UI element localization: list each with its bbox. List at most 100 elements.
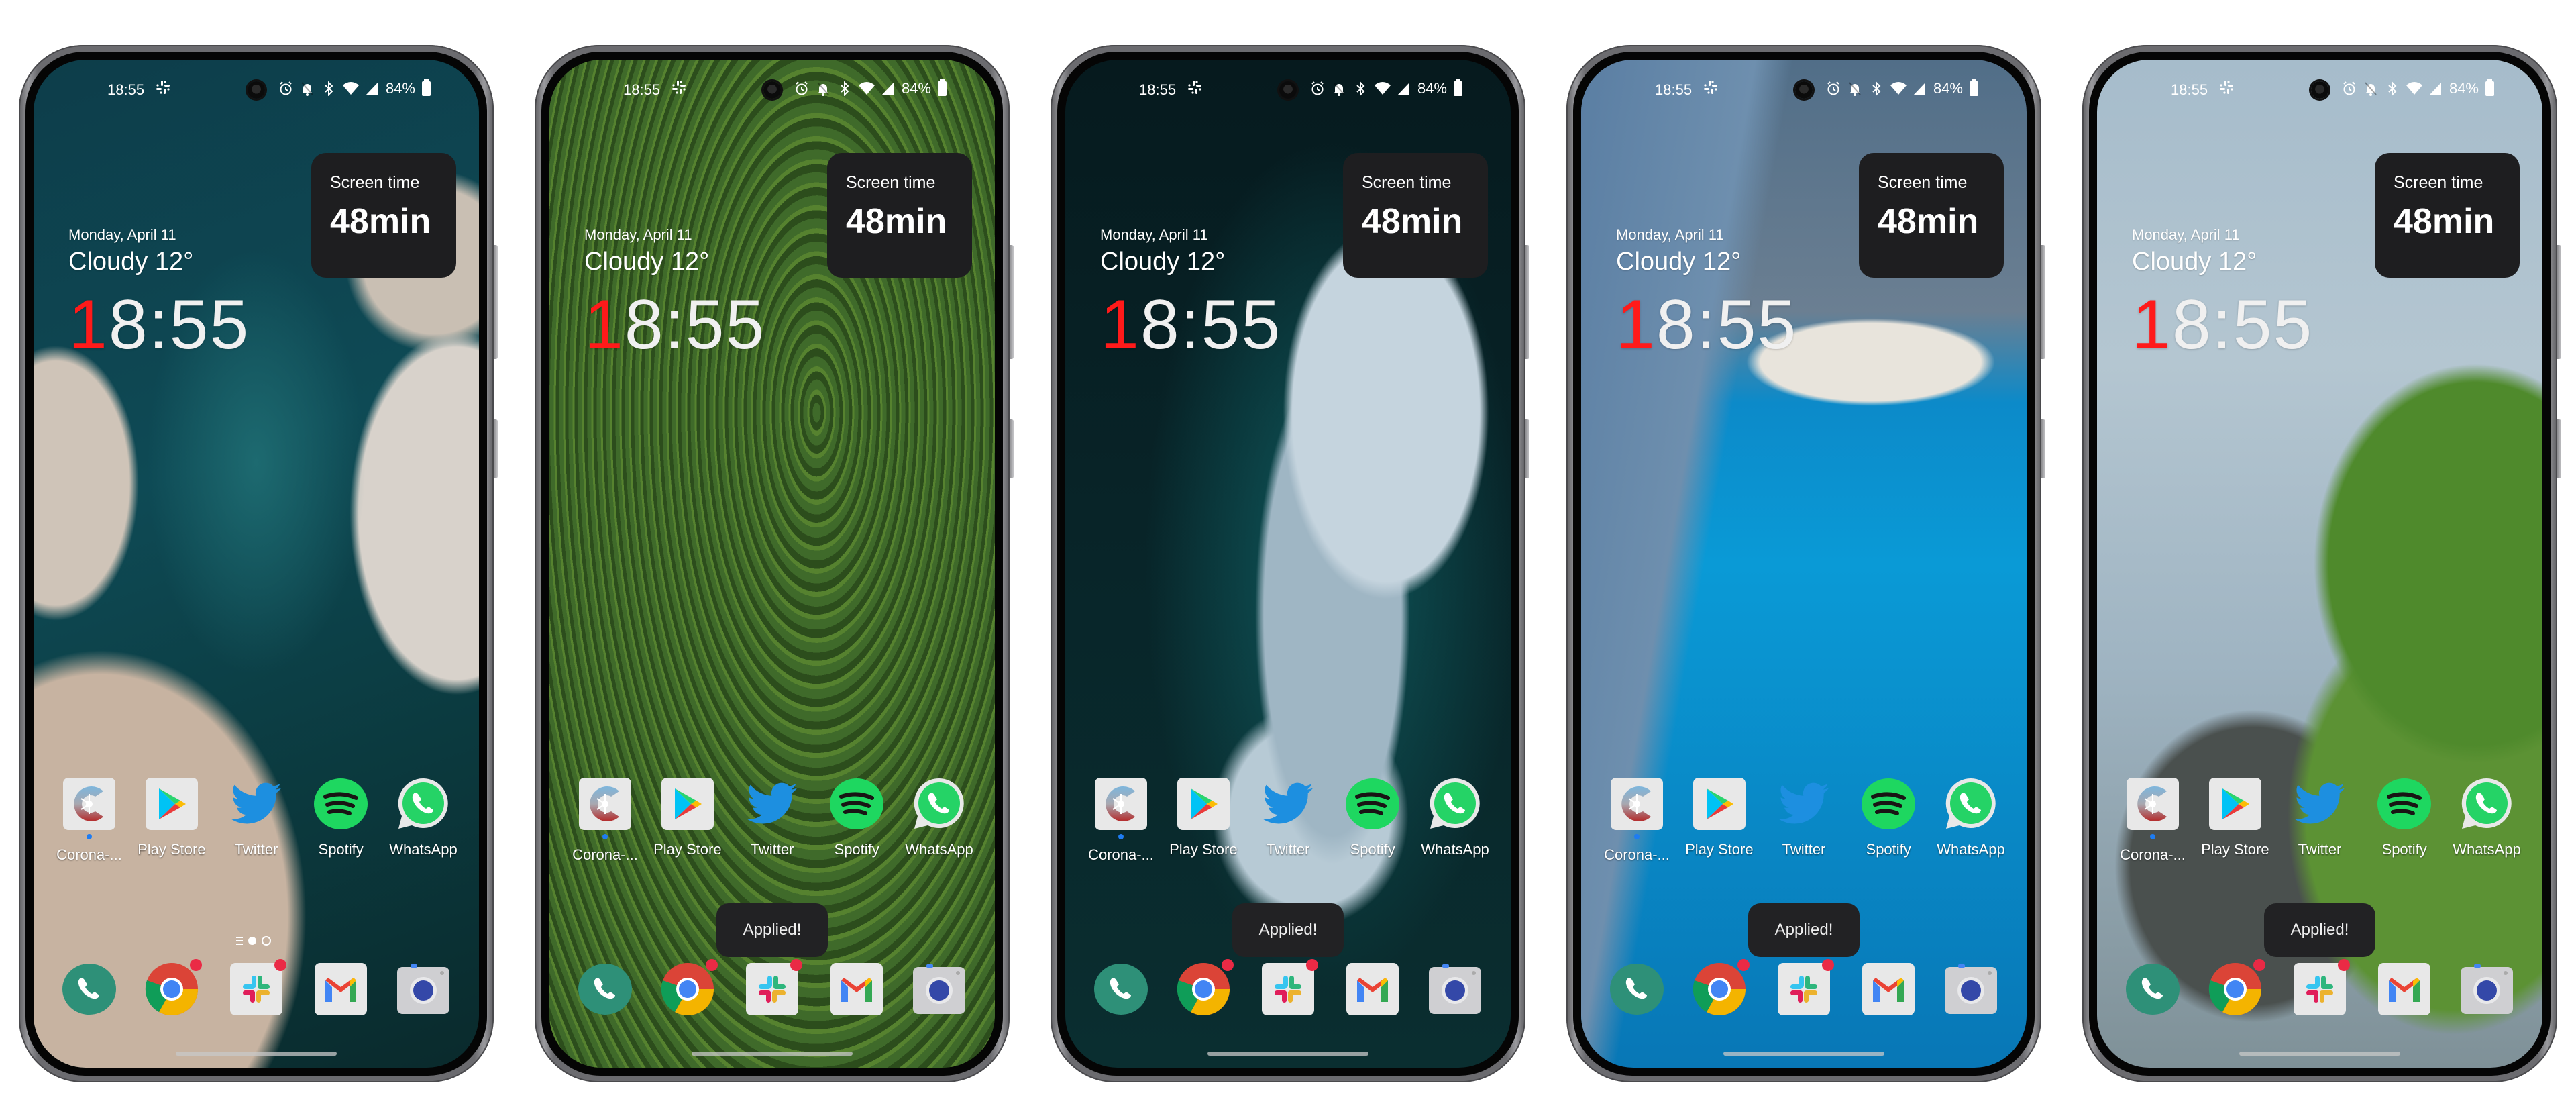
dock-gmail[interactable] [1847,962,1929,1017]
date-label[interactable]: Monday, April 11 [1100,226,1208,244]
power-button [2041,245,2045,359]
screen-time-widget[interactable]: Screen time 48min [311,153,456,278]
app-spotify[interactable]: Spotify [300,776,382,858]
dock-slack[interactable] [215,959,297,1017]
page-indicator[interactable] [236,936,276,946]
phone-mockup-5: 18:55 84% Screen time 48min Monday, Apri… [2082,45,2561,1082]
app-twitter[interactable]: Twitter [215,776,297,858]
screen-time-label: Screen time [330,173,420,192]
app-corona-warn[interactable]: Corona-... [48,776,130,864]
dock-camera[interactable] [1414,962,1496,1017]
weather-label[interactable]: Cloudy 12° [1100,248,1225,276]
dock-chrome[interactable] [131,959,213,1017]
chrome-icon [1176,959,1234,1017]
slack-notification-icon [156,80,170,99]
alarm-icon [1310,81,1325,96]
home-screen: 18:55 84% Screen time 48min Monday, Apri… [2097,60,2542,1068]
dock-chrome[interactable] [1163,959,1244,1017]
app-whatsapp[interactable]: WhatsApp [1930,776,2012,858]
dock-slack[interactable] [731,959,813,1017]
dock [549,959,995,1022]
dock-phone[interactable] [2112,962,2194,1017]
dock-camera[interactable] [382,962,464,1017]
weather-label[interactable]: Cloudy 12° [68,248,193,276]
dock-phone[interactable] [1080,962,1162,1017]
clock-widget[interactable]: 18:55 [1616,288,1797,362]
screen-time-widget[interactable]: Screen time 48min [2375,153,2520,278]
dock-phone[interactable] [48,962,130,1017]
weather-label[interactable]: Cloudy 12° [2132,248,2257,276]
status-bar: 18:55 84% [34,79,479,103]
gesture-nav-bar[interactable] [176,1052,337,1056]
dock-gmail[interactable] [2363,962,2445,1017]
bell-off-icon [1332,81,1346,96]
wifi-icon [1374,81,1391,96]
date-label[interactable]: Monday, April 11 [1616,226,1724,244]
dock-chrome[interactable] [647,959,729,1017]
app-spotify[interactable]: Spotify [2363,776,2445,858]
app-whatsapp[interactable]: WhatsApp [382,776,464,858]
clock-widget[interactable]: 18:55 [68,288,250,362]
app-twitter[interactable]: Twitter [731,776,813,858]
clock-widget[interactable]: 18:55 [2132,288,2313,362]
applied-toast: Applied! [1232,903,1344,957]
dock-slack[interactable] [1763,959,1845,1017]
dock-camera[interactable] [2446,962,2528,1017]
screen-time-widget[interactable]: Screen time 48min [827,153,972,278]
app-play-store[interactable]: Play Store [131,776,213,858]
app-whatsapp[interactable]: WhatsApp [1414,776,1496,858]
gesture-nav-bar[interactable] [1208,1052,1368,1056]
clock-widget[interactable]: 18:55 [1100,288,1281,362]
screen-time-widget[interactable]: Screen time 48min [1343,153,1488,278]
dock [1065,959,1511,1022]
camera-icon [396,962,451,1017]
app-label: Twitter [1782,841,1826,858]
app-play-store[interactable]: Play Store [2194,776,2276,858]
dock-chrome[interactable] [2194,959,2276,1017]
dock-gmail[interactable] [1332,962,1413,1017]
app-whatsapp[interactable]: WhatsApp [2446,776,2528,858]
weather-label[interactable]: Cloudy 12° [584,248,709,276]
app-play-store[interactable]: Play Store [647,776,729,858]
home-screen: 18:55 84% Screen time 48min Monday, Apri… [34,60,479,1068]
app-play-store[interactable]: Play Store [1163,776,1244,858]
date-label[interactable]: Monday, April 11 [68,226,176,244]
app-twitter[interactable]: Twitter [1763,776,1845,858]
bluetooth-icon [321,81,336,97]
dock-phone[interactable] [564,962,646,1017]
gesture-nav-bar[interactable] [1723,1052,1884,1056]
dock-camera[interactable] [898,962,980,1017]
dock-slack[interactable] [1247,959,1329,1017]
dock-gmail[interactable] [816,962,898,1017]
app-corona-warn[interactable]: Corona-... [1080,776,1162,864]
dock-phone[interactable] [1596,962,1678,1017]
screen-time-widget[interactable]: Screen time 48min [1859,153,2004,278]
app-twitter[interactable]: Twitter [2279,776,2361,858]
date-label[interactable]: Monday, April 11 [2132,226,2240,244]
app-twitter[interactable]: Twitter [1247,776,1329,858]
app-spotify[interactable]: Spotify [1332,776,1413,858]
app-corona-warn[interactable]: Corona-... [564,776,646,864]
clock-widget[interactable]: 18:55 [584,288,765,362]
app-play-store[interactable]: Play Store [1678,776,1760,858]
app-spotify[interactable]: Spotify [816,776,898,858]
app-whatsapp[interactable]: WhatsApp [898,776,980,858]
app-corona-warn[interactable]: Corona-... [1596,776,1678,864]
spotify-icon [1345,776,1400,831]
dock-gmail[interactable] [300,962,382,1017]
dock-slack[interactable] [2279,959,2361,1017]
notification-badge [2253,959,2265,971]
weather-label[interactable]: Cloudy 12° [1616,248,1741,276]
clock-first-digit: 1 [2132,286,2172,364]
status-bar: 18:55 84% [1581,79,2027,103]
gesture-nav-bar[interactable] [692,1052,853,1056]
app-corona-warn[interactable]: Corona-... [2112,776,2194,864]
date-label[interactable]: Monday, April 11 [584,226,692,244]
battery-percent: 84% [1417,80,1447,97]
dock-camera[interactable] [1930,962,2012,1017]
app-spotify[interactable]: Spotify [1847,776,1929,858]
gesture-nav-bar[interactable] [2239,1052,2400,1056]
signal-icon [1396,81,1411,96]
dock-chrome[interactable] [1678,959,1760,1017]
notification-badge [790,959,802,971]
